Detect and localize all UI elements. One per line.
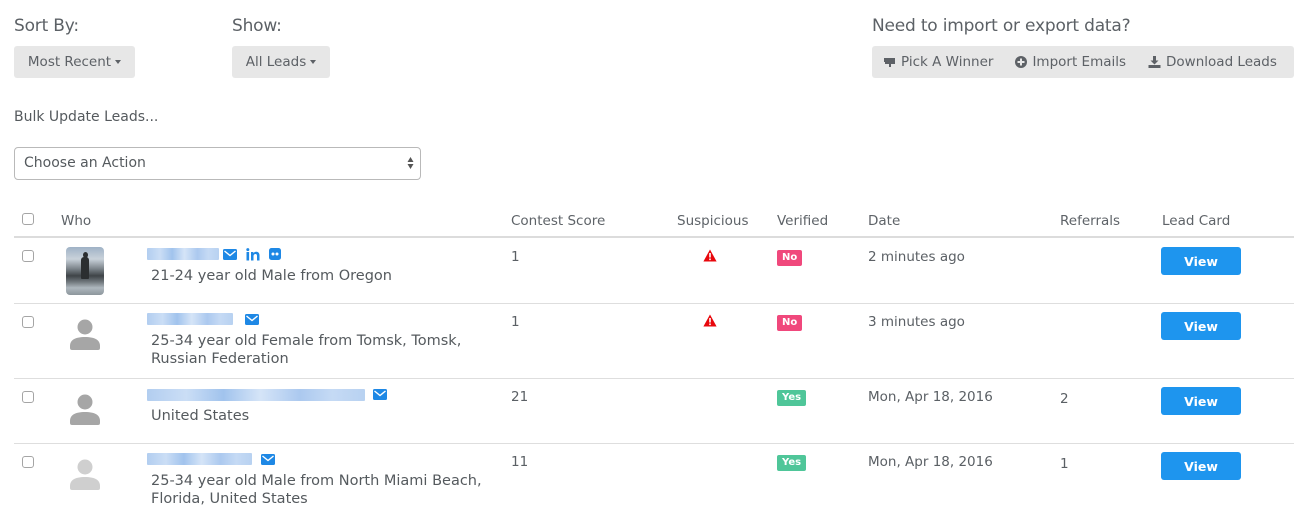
lead-description: 25-34 year old Female from Tomsk, Tomsk,… bbox=[151, 333, 462, 367]
verified-badge: Yes bbox=[777, 455, 807, 471]
select-all-checkbox[interactable] bbox=[22, 213, 34, 225]
row-checkbox[interactable] bbox=[22, 250, 34, 262]
column-header-contest-score: Contest Score bbox=[511, 213, 606, 229]
bulk-update-label: Bulk Update Leads... bbox=[14, 109, 159, 125]
email-icon[interactable] bbox=[245, 314, 259, 325]
avatar bbox=[70, 459, 100, 490]
view-card-button[interactable]: View Card bbox=[1161, 452, 1241, 502]
download-leads-label: Download Leads bbox=[1166, 54, 1277, 70]
view-card-button[interactable]: View Card bbox=[1161, 312, 1241, 362]
lead-description: 25-34 year old Male from North Miami Bea… bbox=[151, 473, 482, 507]
show-dropdown[interactable]: All Leads bbox=[232, 46, 330, 78]
warning-icon bbox=[703, 249, 717, 262]
lead-description: United States bbox=[151, 408, 250, 424]
verified-badge: No bbox=[777, 250, 803, 266]
import-export-label: Need to import or export data? bbox=[872, 16, 1131, 36]
contest-score: 11 bbox=[511, 454, 529, 470]
lead-date: Mon, Apr 18, 2016 bbox=[868, 389, 993, 405]
row-checkbox[interactable] bbox=[22, 316, 34, 328]
column-header-referrals: Referrals bbox=[1060, 213, 1121, 229]
avatar bbox=[70, 394, 100, 425]
row-divider bbox=[14, 378, 1294, 379]
lead-description: 21-24 year old Male from Oregon bbox=[151, 268, 392, 284]
download-icon bbox=[1148, 56, 1161, 68]
bulk-action-select[interactable]: Choose an Action bbox=[14, 147, 421, 180]
avatar bbox=[66, 247, 104, 295]
column-header-suspicious: Suspicious bbox=[677, 213, 749, 229]
referrals-count: 1 bbox=[1060, 456, 1069, 472]
email-icon[interactable] bbox=[373, 389, 387, 400]
contest-score: 21 bbox=[511, 389, 529, 405]
lead-date: 2 minutes ago bbox=[868, 249, 965, 265]
linkedin-icon[interactable] bbox=[246, 248, 260, 261]
row-divider bbox=[14, 443, 1294, 444]
sort-by-label: Sort By: bbox=[14, 16, 79, 36]
redacted-name bbox=[147, 389, 365, 401]
column-header-who: Who bbox=[61, 213, 92, 229]
row-checkbox[interactable] bbox=[22, 391, 34, 403]
trophy-icon bbox=[884, 57, 895, 67]
caret-down-icon bbox=[310, 60, 317, 64]
pick-a-winner-label: Pick A Winner bbox=[901, 54, 994, 70]
redacted-name bbox=[147, 453, 252, 465]
email-icon[interactable] bbox=[261, 454, 275, 465]
plus-circle-icon bbox=[1015, 56, 1028, 68]
show-label: Show: bbox=[232, 16, 282, 36]
contest-score: 1 bbox=[511, 314, 520, 330]
redacted-name bbox=[147, 248, 219, 260]
verified-badge: Yes bbox=[777, 390, 807, 406]
select-arrows-icon bbox=[407, 157, 414, 169]
avatar bbox=[70, 319, 100, 350]
redacted-name bbox=[147, 313, 233, 325]
pick-a-winner-button[interactable]: Pick A Winner bbox=[872, 46, 1004, 78]
caret-down-icon bbox=[115, 60, 122, 64]
column-header-lead-card: Lead Card bbox=[1162, 213, 1231, 229]
referrals-count: 2 bbox=[1060, 391, 1069, 407]
column-header-date: Date bbox=[868, 213, 901, 229]
warning-icon bbox=[703, 314, 717, 327]
row-divider bbox=[14, 303, 1294, 304]
import-emails-button[interactable]: Import Emails bbox=[1004, 46, 1137, 78]
column-header-verified: Verified bbox=[777, 213, 829, 229]
lead-date: 3 minutes ago bbox=[868, 314, 965, 330]
download-leads-button[interactable]: Download Leads bbox=[1137, 46, 1288, 78]
row-checkbox[interactable] bbox=[22, 456, 34, 468]
flickr-icon[interactable] bbox=[269, 248, 281, 260]
view-card-button[interactable]: View Card bbox=[1161, 247, 1241, 297]
email-icon[interactable] bbox=[223, 249, 237, 260]
contest-score: 1 bbox=[511, 249, 520, 265]
view-card-button[interactable]: View Card bbox=[1161, 387, 1241, 437]
sort-by-value: Most Recent bbox=[27, 54, 112, 70]
lead-date: Mon, Apr 18, 2016 bbox=[868, 454, 993, 470]
import-emails-label: Import Emails bbox=[1032, 54, 1127, 70]
verified-badge: No bbox=[777, 315, 803, 331]
sort-by-dropdown[interactable]: Most Recent bbox=[14, 46, 135, 78]
header-divider bbox=[14, 236, 1294, 238]
import-export-button-group: Pick A Winner Import Emails Download Lea… bbox=[872, 46, 1294, 78]
bulk-action-select-value: Choose an Action bbox=[24, 155, 146, 171]
show-value: All Leads bbox=[245, 54, 307, 70]
